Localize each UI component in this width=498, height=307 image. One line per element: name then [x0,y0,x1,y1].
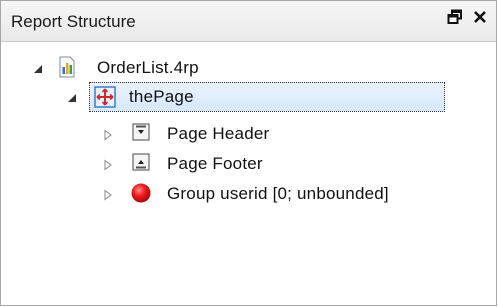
tree-item-label: Page Footer [167,154,263,173]
expanded-arrow-icon[interactable] [32,62,44,74]
panel-title: Report Structure [11,12,136,31]
tree-item-page-footer[interactable]: Page Footer [1,150,498,178]
tree-item-label: Group userid [0; unbounded] [167,184,389,203]
report-file-icon [57,56,77,83]
expanded-arrow-icon[interactable] [66,91,78,103]
panel-titlebar: Report Structure [1,1,496,42]
structure-tree: OrderList.4rp thePage Page Header Page F… [1,42,496,305]
collapsed-arrow-icon[interactable] [102,128,114,141]
tree-item-label: OrderList.4rp [97,58,199,77]
collapsed-arrow-icon[interactable] [102,188,114,201]
report-structure-panel: Report Structure OrderList.4rp thePage P… [0,0,497,306]
tree-item-page-header[interactable]: Page Header [1,120,498,148]
restore-window-icon[interactable] [447,9,463,30]
tree-item-label: thePage [129,87,194,106]
tree-item-group-userid[interactable]: Group userid [0; unbounded] [1,180,498,208]
page-layout-icon [94,86,116,113]
collapsed-arrow-icon[interactable] [102,158,114,171]
tree-item-thepage[interactable]: thePage [1,83,498,111]
close-icon[interactable] [472,9,488,30]
tree-item-label: Page Header [167,124,270,143]
section-box-icon [132,123,150,146]
section-box-icon [132,153,150,176]
tree-item-root[interactable]: OrderList.4rp [1,54,498,82]
red-circle-icon [130,182,152,209]
